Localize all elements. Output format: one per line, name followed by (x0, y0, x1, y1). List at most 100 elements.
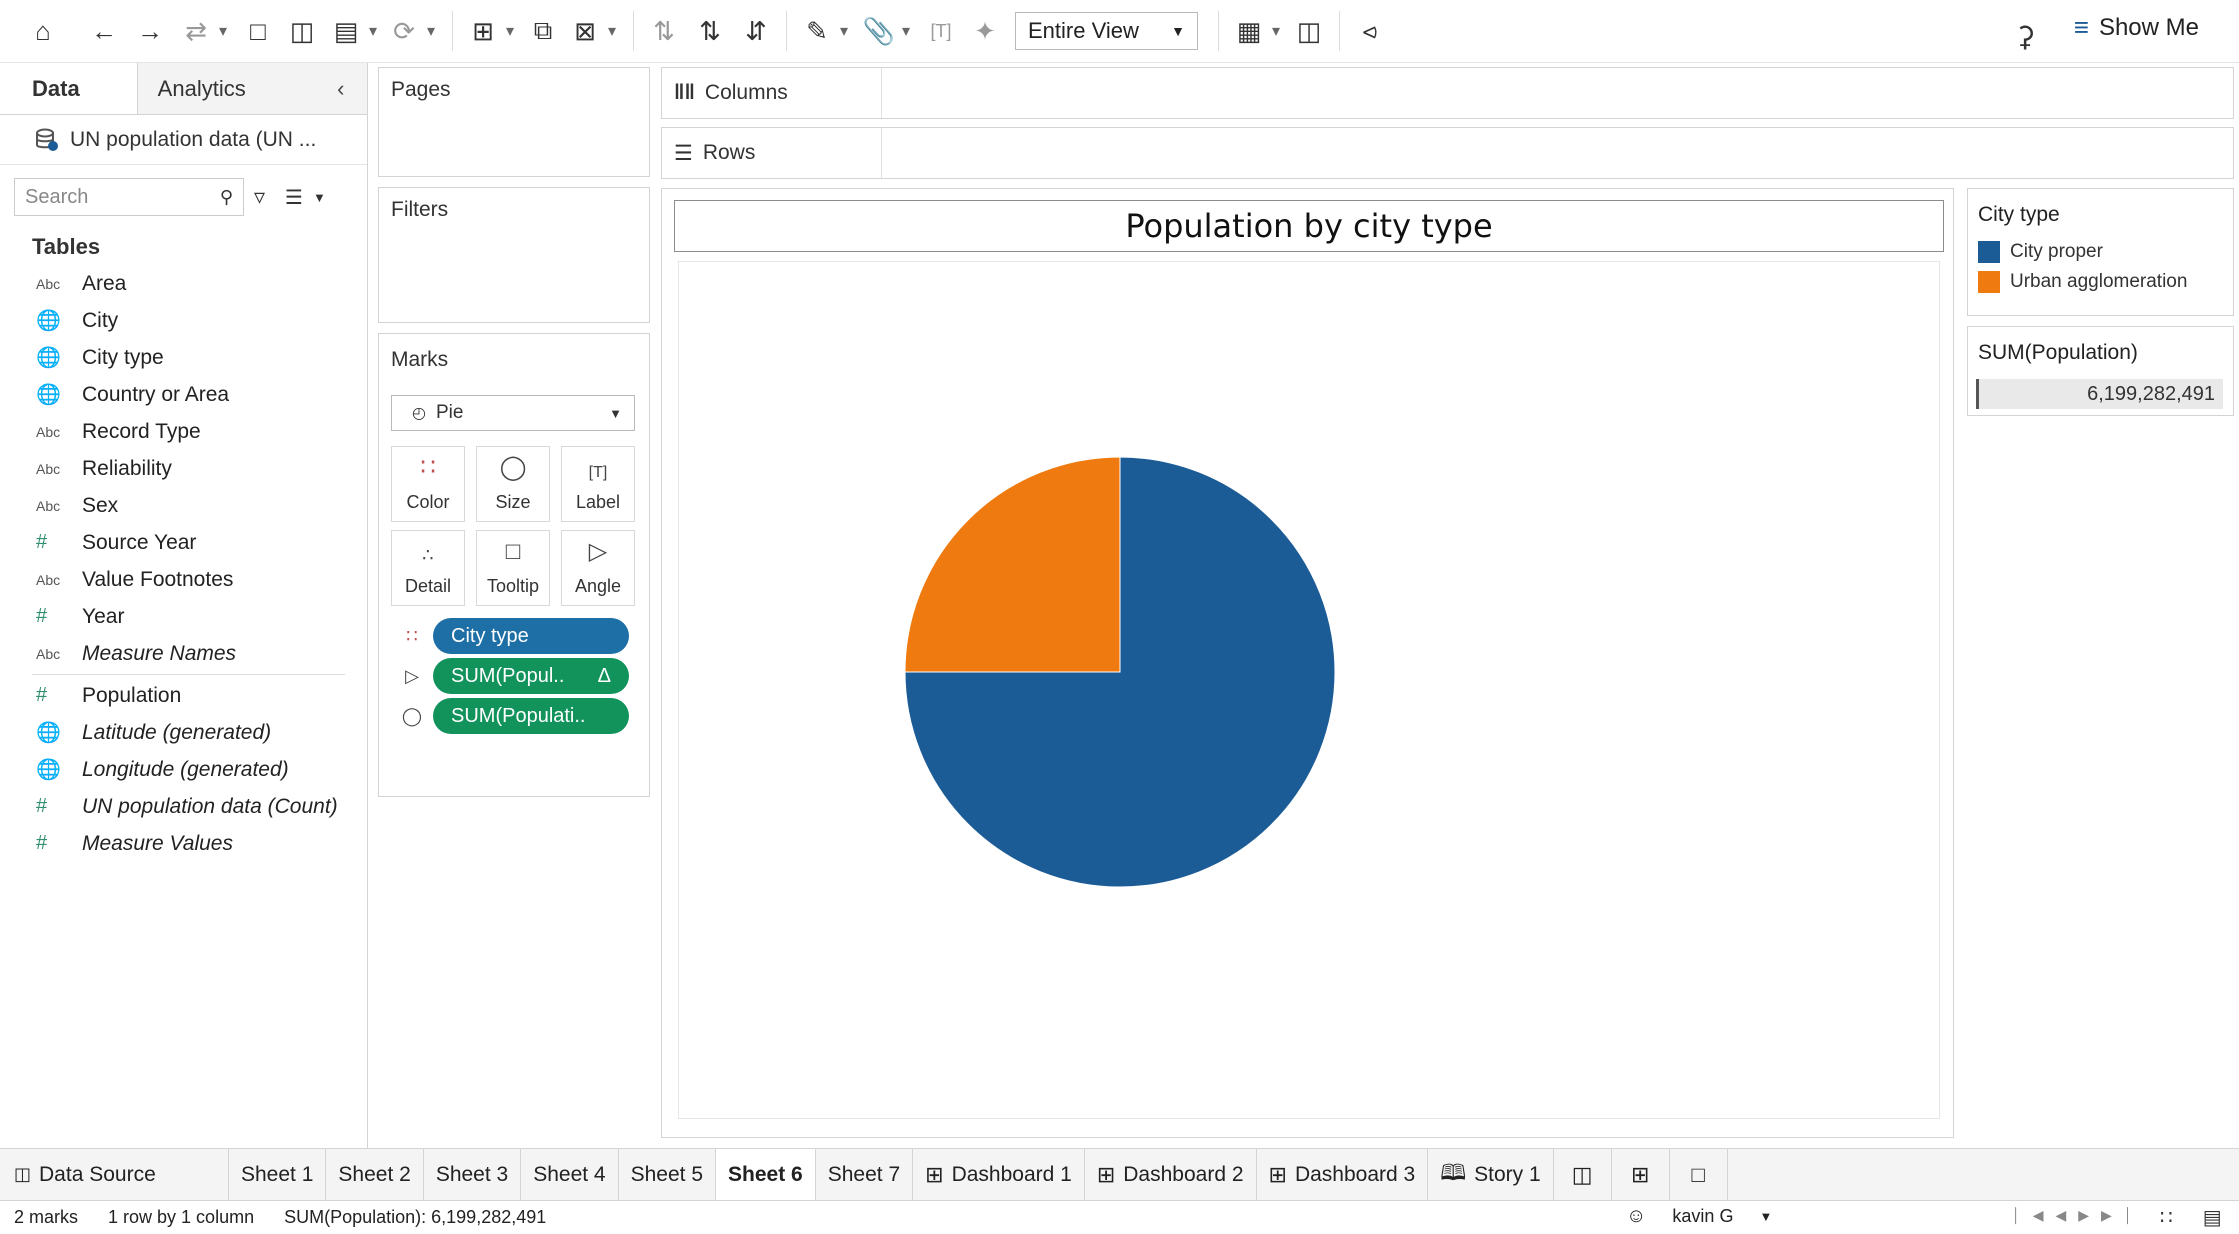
detail-button[interactable]: ∴ Detail (391, 530, 465, 606)
tab-sheet-3[interactable]: Sheet 3 (424, 1149, 522, 1200)
tab-dashboard-3[interactable]: ⊞ Dashboard 3 (1257, 1149, 1429, 1200)
tab-sheet-5[interactable]: Sheet 5 (619, 1149, 717, 1200)
pause-dropdown-icon[interactable]: ▾ (364, 9, 382, 53)
tab-sheet-7[interactable]: Sheet 7 (816, 1149, 914, 1200)
tooltip-button[interactable]: □ Tooltip (476, 530, 550, 606)
label-button[interactable]: [T] Label (561, 446, 635, 522)
cards-dropdown-icon[interactable]: ▾ (1267, 9, 1285, 53)
new-worksheet-icon[interactable]: ⊞ (465, 9, 501, 53)
search-input[interactable] (25, 185, 205, 209)
pages-card[interactable]: Pages (378, 67, 650, 177)
new-datasource-icon[interactable]: ◫ (284, 9, 320, 53)
size-button[interactable]: ◯ Size (476, 446, 550, 522)
highlight-dropdown-icon[interactable]: ▾ (835, 9, 853, 53)
group-dropdown-icon[interactable]: ▾ (897, 9, 915, 53)
show-hide-cards-icon[interactable]: ▦ (1231, 9, 1267, 53)
new-worksheet-button[interactable]: ◫ (1554, 1149, 1612, 1200)
search-box: ⚲ (14, 178, 244, 216)
fix-axes-icon[interactable]: ✦ (967, 9, 1003, 53)
show-me-button[interactable]: ≡ Show Me (2074, 12, 2199, 43)
new-dashboard-button[interactable]: ⊞ (1612, 1149, 1670, 1200)
legend-item-city-proper[interactable]: City proper (1968, 237, 2233, 267)
show-me-label: Show Me (2098, 13, 2199, 41)
pill-sum-population-angle[interactable]: SUM(Popul.. Δ (433, 658, 629, 694)
field-year[interactable]: # Year (0, 598, 367, 635)
refresh-dropdown-icon[interactable]: ▾ (422, 9, 440, 53)
chevron-down-icon[interactable]: ▼ (313, 190, 326, 205)
swap-icon[interactable]: ⇄ (178, 9, 214, 53)
save-icon[interactable]: □ (240, 9, 276, 53)
tab-sheet-6[interactable]: Sheet 6 (716, 1149, 816, 1200)
color-button[interactable]: ∷ Color (391, 446, 465, 522)
field-measure-values[interactable]: # Measure Values (0, 825, 367, 862)
field-record-count[interactable]: # UN population data (Count) (0, 788, 367, 825)
tab-data[interactable]: Data (0, 63, 138, 114)
sheet-navigation-icon[interactable]: │◀◀▶▶│ (2012, 1207, 2145, 1224)
tab-sheet-2[interactable]: Sheet 2 (326, 1149, 424, 1200)
refresh-icon[interactable]: ⟳ (386, 9, 422, 53)
pill-sum-population-size[interactable]: SUM(Populati.. (433, 698, 629, 734)
field-population[interactable]: # Population (0, 677, 367, 714)
mark-type-select[interactable]: ◴ Pie ▼ (391, 395, 635, 431)
tab-sheet-4[interactable]: Sheet 4 (521, 1149, 619, 1200)
angle-button[interactable]: ▷ Angle (561, 530, 635, 606)
datasource-item[interactable]: UN population data (UN ... (0, 115, 367, 165)
filters-card[interactable]: Filters (378, 187, 650, 323)
tab-story-1[interactable]: 🕮 Story 1 (1428, 1149, 1554, 1200)
measures-divider (32, 674, 345, 675)
pie-slice-urban-agglomeration[interactable] (904, 456, 1121, 673)
view-mode-select[interactable]: Entire View ▼ (1015, 12, 1198, 50)
tab-sheet-1[interactable]: Sheet 1 (229, 1149, 327, 1200)
new-story-button[interactable]: □ (1670, 1149, 1728, 1200)
collapse-pane-icon[interactable]: ‹ (337, 63, 367, 114)
field-longitude[interactable]: 🌐 Longitude (generated) (0, 751, 367, 788)
swap-rows-columns-icon[interactable]: ⇅ (646, 9, 682, 53)
field-latitude[interactable]: 🌐 Latitude (generated) (0, 714, 367, 751)
sort-descending-icon[interactable]: ⇵ (738, 9, 774, 53)
columns-shelf[interactable]: ‖‖ Columns (661, 67, 2234, 119)
user-menu[interactable]: ☺ kavin G ▼ (1612, 1205, 1772, 1228)
tab-dashboard-2[interactable]: ⊞ Dashboard 2 (1085, 1149, 1257, 1200)
share-icon[interactable]: ⪦ (1352, 9, 1388, 53)
rows-shelf[interactable]: ☰ Rows (661, 127, 2234, 179)
search-icon[interactable]: ⚲ (220, 187, 233, 208)
pill-city-type[interactable]: City type (433, 618, 629, 654)
sort-ascending-icon[interactable]: ⇅ (692, 9, 728, 53)
toolbar: ⌂ ← → ⇄ ▾ □ ◫ ▤ ▾ ⟳ ▾ ⊞ ▾ ⧉ ⊠ ▾ ⇅ ⇅ ⇵ ✎ … (0, 0, 2239, 63)
field-area[interactable]: Abc Area (0, 265, 367, 302)
new-worksheet-dropdown-icon[interactable]: ▾ (501, 9, 519, 53)
presenter-icon[interactable]: ⚳ (2007, 14, 2043, 58)
field-sex[interactable]: Abc Sex (0, 487, 367, 524)
size-legend: SUM(Population) 6,199,282,491 (1967, 326, 2234, 416)
field-record-type[interactable]: Abc Record Type (0, 413, 367, 450)
tab-data-source[interactable]: ◫ Data Source (0, 1149, 229, 1200)
tab-dashboard-1[interactable]: ⊞ Dashboard 1 (913, 1149, 1085, 1200)
filmstrip-icon[interactable]: ▤ (2203, 1205, 2222, 1230)
legend-item-urban-agglomeration[interactable]: Urban agglomeration (1968, 267, 2233, 297)
sheet-sorter-icon[interactable]: ∷ (2160, 1205, 2173, 1230)
swap-dropdown-icon[interactable]: ▾ (214, 9, 232, 53)
field-country-or-area[interactable]: 🌐 Country or Area (0, 376, 367, 413)
clear-dropdown-icon[interactable]: ▾ (603, 9, 621, 53)
show-labels-icon[interactable]: [T] (923, 9, 959, 53)
pause-updates-icon[interactable]: ▤ (328, 9, 364, 53)
field-measure-names[interactable]: Abc Measure Names (0, 635, 367, 672)
field-city[interactable]: 🌐 City (0, 302, 367, 339)
viz-title[interactable]: Population by city type (674, 200, 1944, 252)
clear-sheet-icon[interactable]: ⊠ (567, 9, 603, 53)
duplicate-sheet-icon[interactable]: ⧉ (525, 9, 561, 53)
presentation-icon[interactable]: ◫ (1291, 9, 1327, 53)
field-city-type[interactable]: 🌐 City type (0, 339, 367, 376)
group-icon[interactable]: 📎 (861, 9, 897, 53)
redo-icon[interactable]: → (132, 9, 168, 53)
field-source-year[interactable]: # Source Year (0, 524, 367, 561)
highlight-icon[interactable]: ✎ (799, 9, 835, 53)
field-value-footnotes[interactable]: Abc Value Footnotes (0, 561, 367, 598)
home-icon[interactable]: ⌂ (0, 9, 86, 53)
tab-analytics[interactable]: Analytics (137, 63, 338, 114)
filter-icon[interactable]: ▿ (254, 184, 265, 210)
undo-icon[interactable]: ← (86, 9, 122, 53)
field-reliability[interactable]: Abc Reliability (0, 450, 367, 487)
pages-title: Pages (391, 78, 451, 101)
view-list-icon[interactable]: ☰ (285, 185, 303, 210)
